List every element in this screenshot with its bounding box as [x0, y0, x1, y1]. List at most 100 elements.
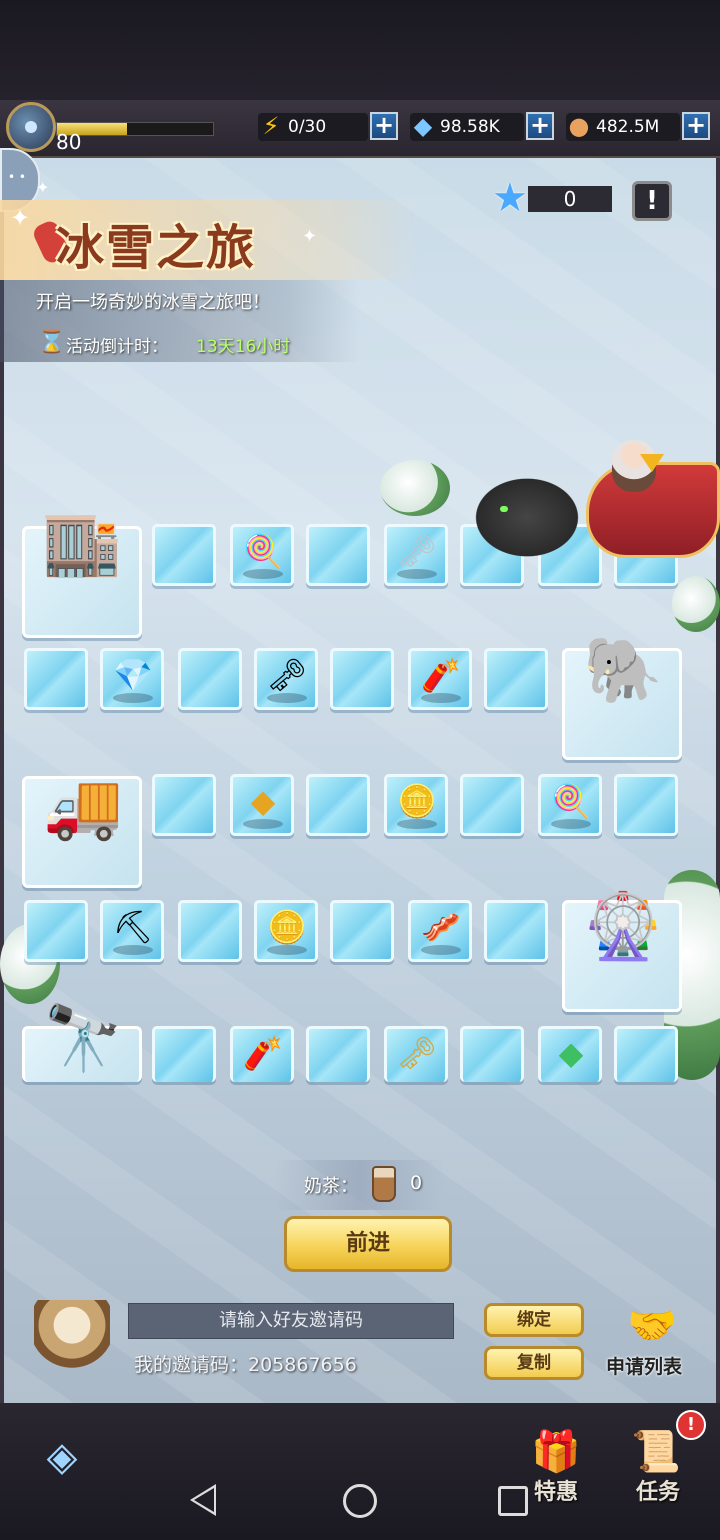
- cinema-building-tile: 🏬: [22, 506, 142, 638]
- board-tile: 🗝: [254, 648, 318, 710]
- board-tile: [24, 900, 88, 962]
- board-tile: [152, 774, 216, 836]
- bind-button[interactable]: 绑定: [484, 1303, 584, 1337]
- cinema-building-icon: 🏬: [42, 506, 122, 580]
- board-tile: ◆: [538, 1026, 602, 1082]
- dynamite-box-icon: 🧨: [421, 656, 461, 694]
- tasks-notification-badge: !: [676, 1410, 706, 1440]
- board-tile: [178, 648, 242, 710]
- system-recents-icon[interactable]: [498, 1486, 528, 1516]
- board-tile: [614, 774, 678, 836]
- system-back-icon[interactable]: [190, 1484, 216, 1516]
- silver-key-icon: 🗝: [266, 656, 308, 694]
- top-dark-band: [0, 0, 720, 100]
- board-tile: [460, 1026, 524, 1082]
- bacon-icon: 🥓: [421, 908, 461, 946]
- energy-value: 0/30: [288, 117, 327, 137]
- apply-list-label[interactable]: 申请列表: [606, 1352, 682, 1379]
- wolf-eye: [500, 506, 508, 512]
- gold-key-icon: 🗝: [396, 1034, 438, 1072]
- tasks-label[interactable]: 任务: [636, 1474, 680, 1506]
- countdown-value: 13天16小时: [196, 337, 291, 357]
- board-tile: 🍭: [538, 774, 602, 836]
- milk-tea-cake-icon: [34, 1300, 110, 1372]
- board-tile: 🗝: [384, 1026, 448, 1082]
- game-logo-icon[interactable]: ◈: [18, 1430, 106, 1484]
- ferris-wheel-tile: 🎡: [562, 890, 682, 1012]
- countdown-label: 活动倒计时：: [66, 337, 168, 357]
- diamond-icon: 💎: [113, 656, 153, 694]
- system-home-icon[interactable]: [343, 1484, 377, 1518]
- add-coin-button[interactable]: +: [682, 112, 710, 140]
- board-tile: [152, 1026, 216, 1082]
- ferris-wheel-icon: 🎡: [583, 890, 663, 964]
- board-tile: [484, 648, 548, 710]
- diamond-counter: ◆ 98.58K: [410, 112, 524, 141]
- milk-tea-icon: [372, 1166, 396, 1202]
- green-gem-icon: ◆: [558, 1034, 584, 1072]
- candy-icon: 🍭: [243, 532, 283, 570]
- coin-counter: ● 482.5M: [566, 112, 680, 141]
- board-tile: [330, 648, 394, 710]
- gift-box-icon[interactable]: 🎁: [526, 1424, 586, 1480]
- coin-icon: 🪙: [267, 908, 307, 946]
- elephant-slide-icon: 🐘: [583, 634, 663, 708]
- diamond-value: 98.58K: [440, 117, 500, 137]
- sparkle-icon: ✦: [10, 204, 31, 232]
- board-tile: 🥓: [408, 900, 472, 962]
- hourglass-icon: ⌛: [38, 330, 66, 355]
- board-tile: [152, 524, 216, 586]
- board-tile: 🧨: [230, 1026, 294, 1082]
- board-tile: ◆: [230, 774, 294, 836]
- go-forward-button[interactable]: 前进: [284, 1216, 452, 1272]
- player-marker-arrow-icon: [640, 454, 664, 472]
- elephant-slide-tile: 🐘: [562, 634, 682, 760]
- pickaxe-icon: ⛏: [112, 908, 154, 946]
- board-tile: 💎: [100, 648, 164, 710]
- silver-key-icon: 🗝: [396, 532, 438, 570]
- snow-bush-decoration: [672, 576, 720, 632]
- bottom-bar: [0, 1403, 720, 1540]
- board-tile: 🪙: [384, 774, 448, 836]
- lightning-icon: ⚡: [262, 112, 280, 140]
- my-invite-code: 我的邀请码：205867656: [134, 1354, 357, 1376]
- add-diamond-button[interactable]: +: [526, 112, 554, 140]
- sparkle-icon: ✦: [36, 178, 50, 197]
- board-tile: 🪙: [254, 900, 318, 962]
- sparkle-icon: ✦: [302, 226, 318, 247]
- wolf-sprite: [462, 468, 592, 558]
- coin-value: 482.5M: [596, 117, 660, 137]
- gold-gem-icon: ◆: [250, 782, 276, 820]
- dynamite-box-icon: 🧨: [243, 1034, 283, 1072]
- player-level: 80: [56, 130, 82, 154]
- telescope-building-tile: 🔭: [22, 1002, 142, 1082]
- milk-tea-count: 0: [410, 1172, 423, 1194]
- copy-button[interactable]: 复制: [484, 1346, 584, 1380]
- add-energy-button[interactable]: +: [370, 112, 398, 140]
- board-tile: [306, 774, 370, 836]
- board-tile: [178, 900, 242, 962]
- handshake-icon[interactable]: 🤝: [614, 1300, 690, 1352]
- coin-icon: 🪙: [397, 782, 437, 820]
- energy-counter: ⚡ 0/30: [258, 112, 368, 141]
- event-title: 冰雪之旅: [56, 220, 257, 276]
- special-offer-label[interactable]: 特惠: [534, 1474, 578, 1506]
- board-tile: [24, 648, 88, 710]
- board-tile: ⛏: [100, 900, 164, 962]
- board-tile: [330, 900, 394, 962]
- star-icon: ★: [492, 175, 528, 221]
- help-button[interactable]: !: [632, 181, 672, 221]
- invite-code-input[interactable]: 请输入好友邀请码: [128, 1303, 454, 1339]
- milk-tea-label: 奶茶：: [304, 1176, 358, 1197]
- cafe-truck-tile: 🚚: [22, 770, 142, 888]
- event-subtitle: 开启一场奇妙的冰雪之旅吧！: [36, 292, 270, 313]
- snow-bush-decoration: [380, 460, 450, 516]
- board-tile: 🗝: [384, 524, 448, 586]
- board-tile: [484, 900, 548, 962]
- candy-icon: 🍭: [551, 782, 591, 820]
- player-avatar-badge[interactable]: [6, 102, 56, 152]
- board-tile: [306, 524, 370, 586]
- cafe-truck-icon: 🚚: [43, 770, 123, 844]
- board-tile: [614, 1026, 678, 1082]
- board-tile: 🍭: [230, 524, 294, 586]
